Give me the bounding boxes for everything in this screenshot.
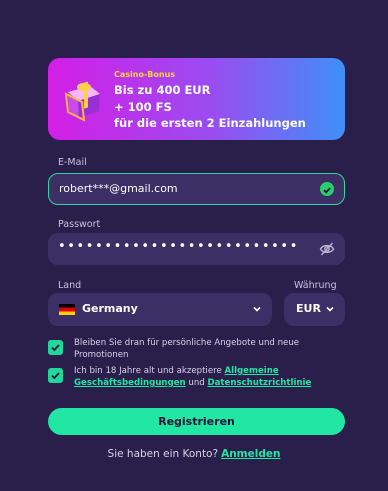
email-value: robert***@gmail.com <box>59 182 178 195</box>
bonus-free-spins: + 100 FS <box>114 100 172 114</box>
germany-flag-icon <box>59 304 75 315</box>
check-circle-icon <box>320 182 334 196</box>
login-link[interactable]: Anmelden <box>221 448 280 460</box>
currency-value: EUR <box>296 302 321 315</box>
bonus-condition: für die ersten 2 Einzahlungen <box>114 116 306 130</box>
terms-and: und <box>185 378 208 388</box>
gift-box-icon <box>64 81 100 122</box>
terms-checkbox[interactable] <box>48 368 63 383</box>
terms-prefix: Ich bin 18 Jahre alt und akzeptiere <box>74 366 225 376</box>
bonus-tag: Casino-Bonus <box>114 70 176 79</box>
eye-off-icon[interactable] <box>319 241 335 257</box>
email-label: E-Mail <box>58 157 87 168</box>
password-field[interactable]: •••••••••••••••••••••••••• <box>48 233 345 265</box>
currency-select[interactable]: EUR <box>284 293 345 326</box>
country-value: Germany <box>82 302 138 315</box>
login-question: Sie haben ein Konto? <box>107 448 219 460</box>
offers-checkbox[interactable] <box>48 340 63 355</box>
email-field[interactable]: robert***@gmail.com <box>48 173 345 205</box>
bonus-banner: Casino-Bonus Bis zu 400 EUR + 100 FS für… <box>48 58 345 140</box>
register-button[interactable]: Registrieren <box>48 408 345 435</box>
country-select[interactable]: Germany <box>48 293 272 326</box>
bonus-amount: Bis zu 400 EUR <box>114 83 211 97</box>
password-label: Passwort <box>58 219 101 230</box>
offers-consent-text: Bleiben Sie dran für persönliche Angebot… <box>74 338 300 360</box>
country-label: Land <box>58 280 82 291</box>
chevron-down-icon <box>253 306 261 312</box>
login-prompt: Sie haben ein Konto? Anmelden <box>0 448 388 460</box>
terms-consent-text: Ich bin 18 Jahre alt und akzeptiere Allg… <box>74 365 334 389</box>
currency-label: Währung <box>294 280 337 291</box>
password-value: •••••••••••••••••••••••••• <box>58 239 299 254</box>
chevron-down-icon <box>326 306 334 312</box>
privacy-link[interactable]: Datenschutzrichtlinie <box>207 378 311 388</box>
